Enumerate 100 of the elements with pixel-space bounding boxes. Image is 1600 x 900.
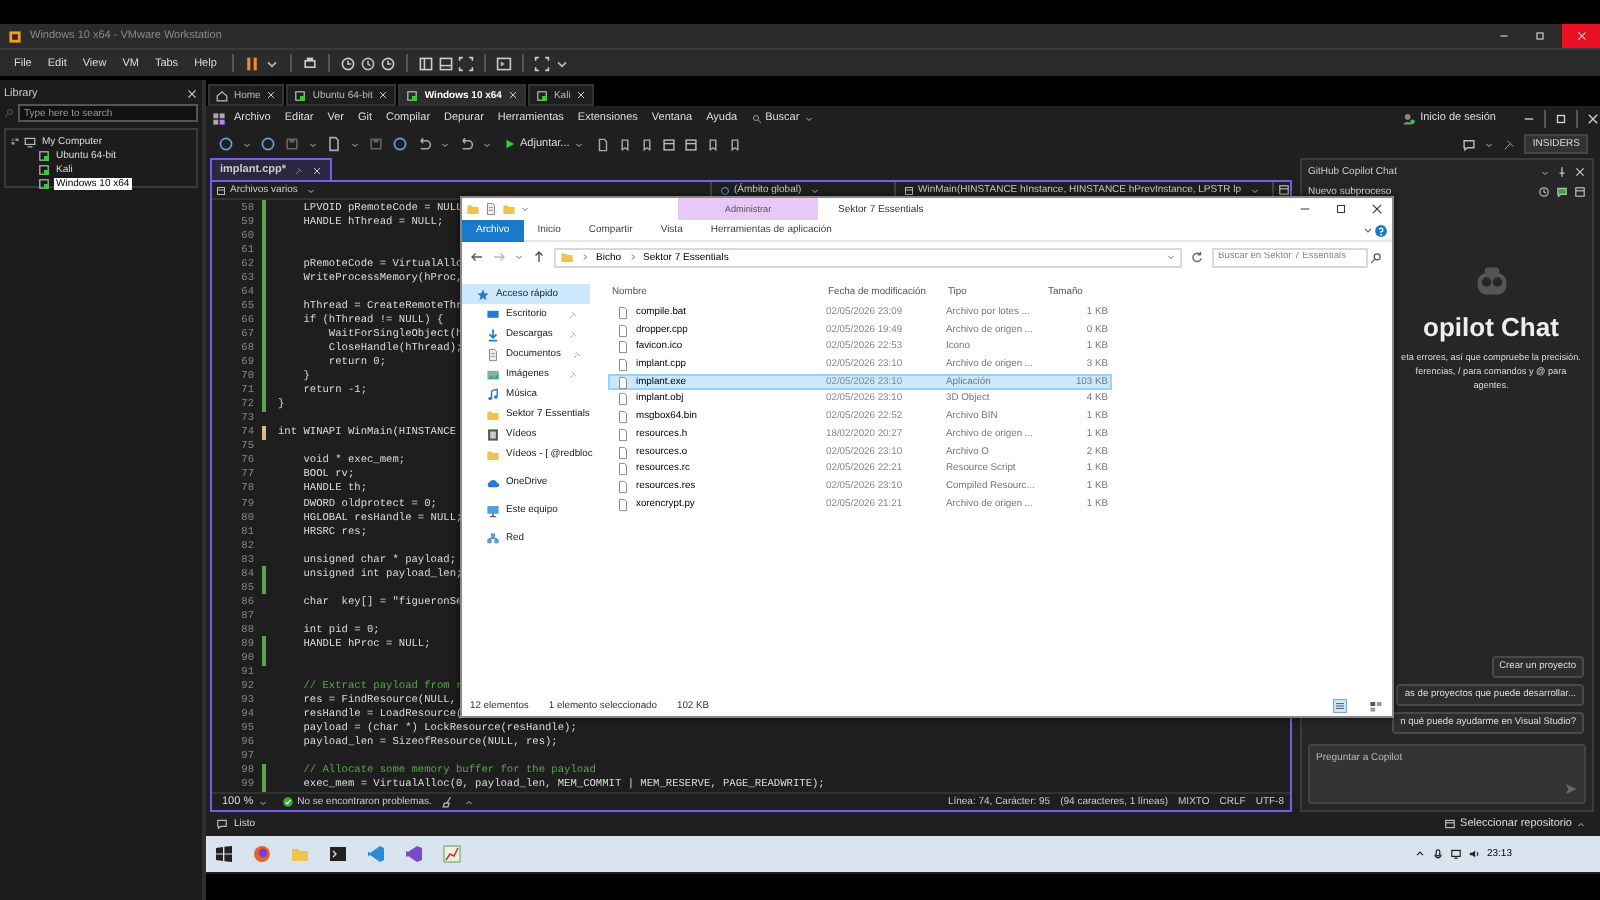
panel-icon[interactable] <box>661 137 676 151</box>
close-icon[interactable] <box>266 90 277 100</box>
cloud-icon <box>486 475 500 489</box>
fullscreen-icon[interactable] <box>458 55 475 71</box>
undo-icon[interactable] <box>416 136 432 152</box>
fullscreen-icon[interactable] <box>534 55 551 71</box>
computer-icon <box>24 135 36 147</box>
circle-icon[interactable] <box>392 136 408 152</box>
close-icon[interactable] <box>378 90 389 100</box>
circle-icon[interactable] <box>218 136 234 152</box>
virtual-machine-icon <box>535 89 548 101</box>
check-icon <box>281 796 294 808</box>
printer-icon[interactable] <box>302 55 319 71</box>
save-icon[interactable] <box>368 136 384 152</box>
film-icon <box>486 427 500 441</box>
caret-icon <box>1166 252 1176 262</box>
music-note-icon <box>486 387 500 401</box>
history-icon[interactable] <box>1538 186 1550 198</box>
account-icon <box>1402 111 1417 125</box>
search-icon <box>4 108 14 118</box>
back-arrow-icon[interactable] <box>470 250 484 264</box>
computer-icon <box>486 503 500 517</box>
minimize-icon <box>1498 30 1510 42</box>
maximize-icon <box>1534 30 1546 42</box>
folder-icon <box>560 250 574 264</box>
folder-icon <box>486 447 500 461</box>
split-icon[interactable] <box>1278 184 1290 196</box>
close-icon <box>1575 30 1587 42</box>
maximize-icon[interactable] <box>1554 111 1568 125</box>
chat-icon[interactable] <box>1462 137 1477 151</box>
document-icon <box>484 202 498 216</box>
panel-icon[interactable] <box>683 137 698 151</box>
speaker-icon[interactable] <box>1468 848 1481 860</box>
close-icon[interactable] <box>1574 166 1586 178</box>
chat-icon[interactable] <box>1556 186 1568 198</box>
refresh-icon[interactable] <box>1190 250 1204 264</box>
document-icon <box>486 347 500 361</box>
save-icon[interactable] <box>284 136 300 152</box>
caret-icon <box>809 185 820 195</box>
code-editor-icon[interactable] <box>366 844 386 864</box>
network-icon <box>486 531 500 545</box>
pause-icon[interactable] <box>244 55 261 71</box>
close-icon[interactable] <box>312 165 323 175</box>
close-icon[interactable] <box>507 90 518 100</box>
star-icon <box>476 287 490 301</box>
pin-icon[interactable] <box>1556 166 1568 178</box>
caret-icon[interactable] <box>1414 848 1427 860</box>
pin-icon[interactable] <box>294 165 305 175</box>
play-icon <box>504 138 516 150</box>
search-icon <box>751 113 762 123</box>
chart-icon[interactable] <box>442 844 462 864</box>
up-arrow-icon[interactable] <box>532 250 546 264</box>
chat-icon <box>216 818 228 830</box>
layout-icon[interactable] <box>418 55 435 71</box>
panel-icon[interactable] <box>1574 186 1586 198</box>
panel-icon <box>904 185 914 195</box>
caret-icon <box>1576 819 1586 829</box>
minimize-icon <box>1297 202 1311 216</box>
clock-icon[interactable] <box>380 55 397 71</box>
panel-icon <box>216 185 226 195</box>
app-logo-icon <box>212 111 226 125</box>
virtual-machine-icon <box>294 89 307 101</box>
caret-icon <box>573 139 584 149</box>
caret-icon <box>305 185 316 195</box>
close-icon <box>1369 202 1383 216</box>
undo-icon[interactable] <box>458 136 474 152</box>
maximize-icon <box>1333 202 1347 216</box>
folder-icon <box>486 407 500 421</box>
clock-icon[interactable] <box>360 55 377 71</box>
virtual-machine-icon <box>406 89 419 101</box>
layout-icon[interactable] <box>438 55 455 71</box>
close-icon[interactable] <box>576 90 587 100</box>
close-icon[interactable] <box>1586 111 1600 125</box>
help-icon[interactable] <box>1374 223 1388 237</box>
close-icon[interactable] <box>186 87 198 99</box>
document-icon[interactable] <box>595 137 610 151</box>
brush-icon[interactable] <box>441 796 454 808</box>
microphone-icon[interactable] <box>1432 848 1445 860</box>
browser-icon[interactable] <box>252 844 272 864</box>
terminal-icon[interactable] <box>328 844 348 864</box>
search-icon <box>1370 251 1382 263</box>
pin-icon[interactable] <box>1502 137 1517 151</box>
circle-icon <box>720 185 730 195</box>
windows-logo-icon[interactable] <box>214 844 234 864</box>
chevron-icon <box>627 252 638 262</box>
caret-icon <box>257 797 268 807</box>
clock-icon[interactable] <box>340 55 357 71</box>
desktop-icon <box>486 307 500 321</box>
circle-icon[interactable] <box>260 136 276 152</box>
repository-icon <box>1444 818 1457 830</box>
document-icon[interactable] <box>326 136 342 152</box>
chat-heading: opilot Chat <box>1423 312 1559 342</box>
terminal-icon[interactable] <box>496 55 513 71</box>
download-icon <box>486 327 500 341</box>
ide-icon[interactable] <box>404 844 424 864</box>
details-view-icon[interactable] <box>1332 698 1348 714</box>
caret-icon[interactable] <box>1362 224 1374 236</box>
tiles-view-icon[interactable] <box>1368 698 1384 714</box>
monitor-icon[interactable] <box>1450 848 1463 860</box>
caret-icon <box>1249 185 1260 195</box>
